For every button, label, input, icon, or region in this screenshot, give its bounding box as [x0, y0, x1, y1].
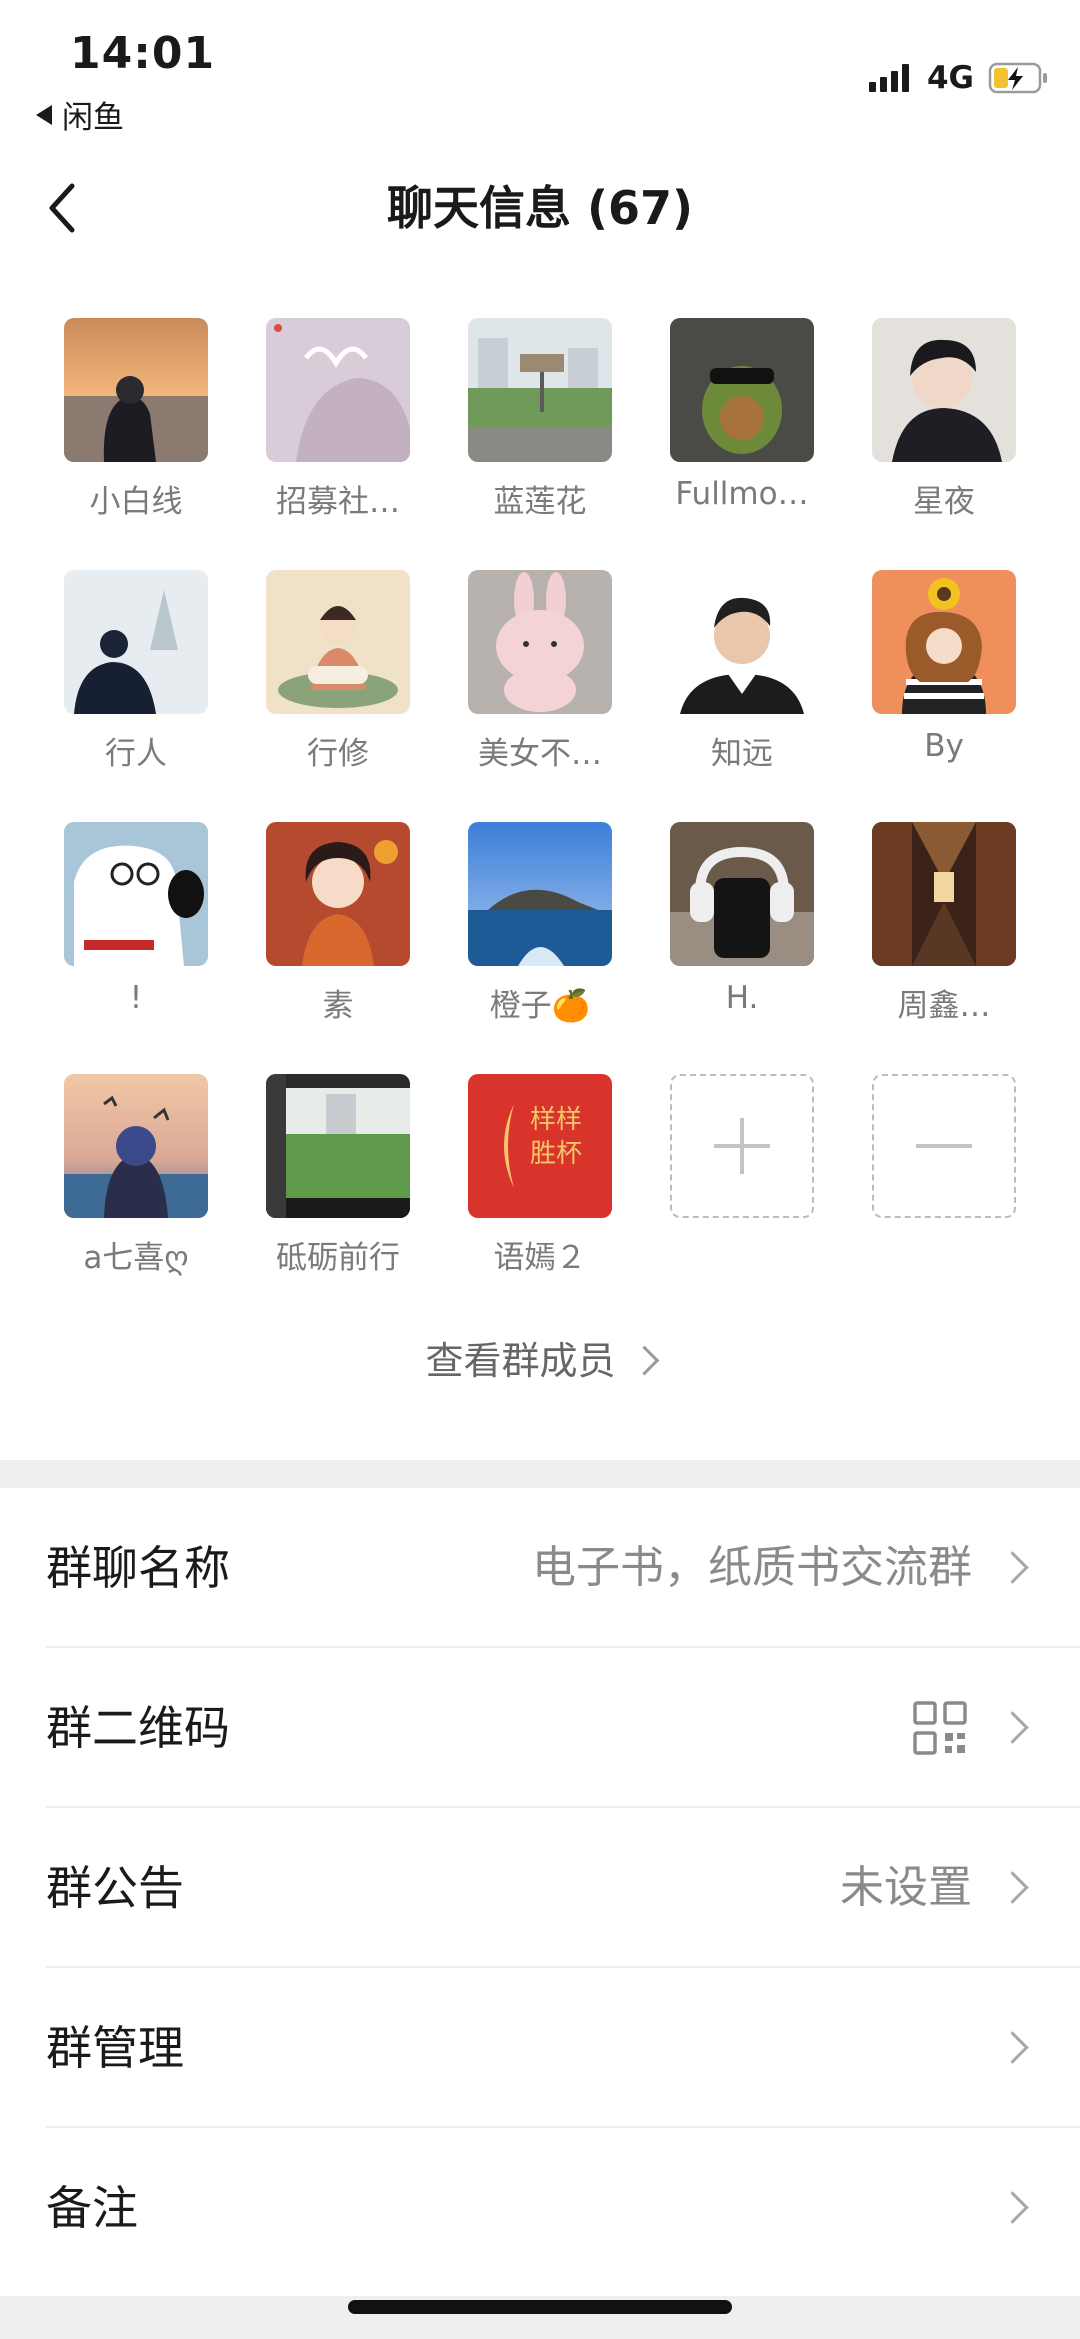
- member-name: a七喜ღ: [83, 1240, 189, 1276]
- chevron-right-icon: [996, 1711, 1029, 1744]
- announcement-label: 群公告: [46, 1861, 184, 1915]
- member-avatar[interactable]: [670, 822, 814, 966]
- member-name: H.: [725, 980, 759, 1016]
- chevron-right-icon: [996, 1551, 1029, 1584]
- member-item[interactable]: 样样 胜杯 语嫣２: [432, 1074, 632, 1304]
- member-name: 语嫣２: [493, 1240, 587, 1276]
- view-members-link[interactable]: 查看群成员: [0, 1330, 1080, 1385]
- group-management-row[interactable]: 群管理: [0, 1968, 1080, 2128]
- member-item[interactable]: 星夜: [836, 318, 1036, 548]
- member-name: 星夜: [913, 484, 975, 520]
- member-name: 蓝莲花: [493, 484, 587, 520]
- chevron-right-icon: [996, 2031, 1029, 2064]
- member-name: 行人: [105, 736, 167, 772]
- member-item[interactable]: 知远: [634, 570, 834, 800]
- member-item[interactable]: 砥砺前行: [230, 1074, 430, 1304]
- member-item[interactable]: 行修: [230, 570, 430, 800]
- chevron-right-icon: [629, 1345, 659, 1376]
- member-avatar[interactable]: [670, 570, 814, 714]
- member-name: 知远: [711, 736, 773, 772]
- member-name: Fullmo…: [675, 476, 809, 512]
- qr-code-icon: [913, 1701, 967, 1755]
- member-item[interactable]: 招募社…: [230, 318, 430, 548]
- member-avatar[interactable]: [266, 570, 410, 714]
- group-name-row[interactable]: 群聊名称 电子书，纸质书交流群: [0, 1488, 1080, 1648]
- member-item[interactable]: 周鑫…: [836, 822, 1036, 1052]
- member-item[interactable]: a七喜ღ: [28, 1074, 228, 1304]
- member-item[interactable]: H.: [634, 822, 834, 1052]
- remark-row[interactable]: 备注: [0, 2128, 1080, 2288]
- back-app-label: 闲鱼: [62, 100, 124, 136]
- member-item[interactable]: 素: [230, 822, 430, 1052]
- member-item[interactable]: !: [28, 822, 228, 1052]
- add-member-box[interactable]: [670, 1074, 814, 1218]
- member-avatar[interactable]: [266, 1074, 410, 1218]
- member-name: 小白线: [89, 484, 183, 520]
- nav-bar: 聊天信息 (67): [0, 160, 1080, 256]
- group-announcement-row[interactable]: 群公告 未设置: [0, 1808, 1080, 1968]
- status-bar: 14:01 闲鱼 4G: [0, 0, 1080, 150]
- member-item[interactable]: By: [836, 570, 1036, 800]
- member-name: 橙子🍊: [489, 988, 591, 1024]
- remove-member-button[interactable]: [836, 1074, 1036, 1304]
- member-avatar[interactable]: 样样 胜杯: [468, 1074, 612, 1218]
- chevron-right-icon: [996, 1871, 1029, 1904]
- lunar-badge-text-1: 样样: [530, 1105, 582, 1135]
- member-name: 素: [322, 988, 354, 1024]
- member-item[interactable]: 橙子🍊: [432, 822, 632, 1052]
- member-avatar[interactable]: [468, 822, 612, 966]
- view-members-label: 查看群成员: [425, 1339, 616, 1383]
- member-avatar[interactable]: [872, 318, 1016, 462]
- group-qr-label: 群二维码: [46, 1701, 230, 1755]
- remark-label: 备注: [46, 2181, 138, 2235]
- member-item[interactable]: Fullmo…: [634, 318, 834, 548]
- chevron-right-icon: [996, 2191, 1029, 2224]
- group-name-label: 群聊名称: [46, 1541, 230, 1595]
- add-member-button[interactable]: [634, 1074, 834, 1304]
- back-to-app-link[interactable]: 闲鱼: [36, 92, 124, 137]
- member-item[interactable]: 小白线: [28, 318, 228, 548]
- network-type: 4G: [926, 60, 974, 96]
- member-avatar[interactable]: [670, 318, 814, 462]
- member-name: By: [924, 728, 964, 764]
- member-avatar[interactable]: [64, 1074, 208, 1218]
- announcement-value: 未设置: [840, 1862, 972, 1913]
- member-avatar[interactable]: [468, 318, 612, 462]
- section-divider: [0, 1460, 1080, 1488]
- member-avatar[interactable]: [872, 570, 1016, 714]
- member-avatar[interactable]: [266, 318, 410, 462]
- member-name: 砥砺前行: [276, 1240, 400, 1276]
- member-avatar[interactable]: [266, 822, 410, 966]
- settings-list: 群聊名称 电子书，纸质书交流群 群二维码 群公告 未设置 群管理 备注: [0, 1488, 1080, 2288]
- remove-member-box[interactable]: [872, 1074, 1016, 1218]
- status-indicators: 4G: [868, 60, 1050, 96]
- member-name: 周鑫…: [897, 988, 991, 1024]
- member-name: 美女不…: [478, 736, 602, 772]
- member-avatar[interactable]: [64, 318, 208, 462]
- member-item[interactable]: 美女不…: [432, 570, 632, 800]
- back-triangle-icon: [36, 104, 52, 125]
- status-time: 14:01: [70, 28, 216, 79]
- member-name: 行修: [307, 736, 369, 772]
- member-avatar[interactable]: [468, 570, 612, 714]
- group-qr-row[interactable]: 群二维码: [0, 1648, 1080, 1808]
- lunar-badge-text-2: 胜杯: [530, 1139, 582, 1169]
- member-avatar[interactable]: [872, 822, 1016, 966]
- plus-icon: [714, 1118, 770, 1174]
- member-item[interactable]: 蓝莲花: [432, 318, 632, 548]
- group-name-value: 电子书，纸质书交流群: [532, 1542, 972, 1593]
- minus-icon: [916, 1144, 972, 1148]
- signal-icon: [868, 64, 913, 92]
- member-name: 招募社…: [276, 484, 400, 520]
- management-label: 群管理: [46, 2021, 184, 2075]
- battery-charging-icon: [988, 62, 1047, 94]
- page-title: 聊天信息 (67): [386, 181, 694, 235]
- home-indicator: [348, 2300, 732, 2314]
- member-name: !: [129, 980, 143, 1016]
- member-avatar[interactable]: [64, 570, 208, 714]
- member-item[interactable]: 行人: [28, 570, 228, 800]
- member-avatar[interactable]: [64, 822, 208, 966]
